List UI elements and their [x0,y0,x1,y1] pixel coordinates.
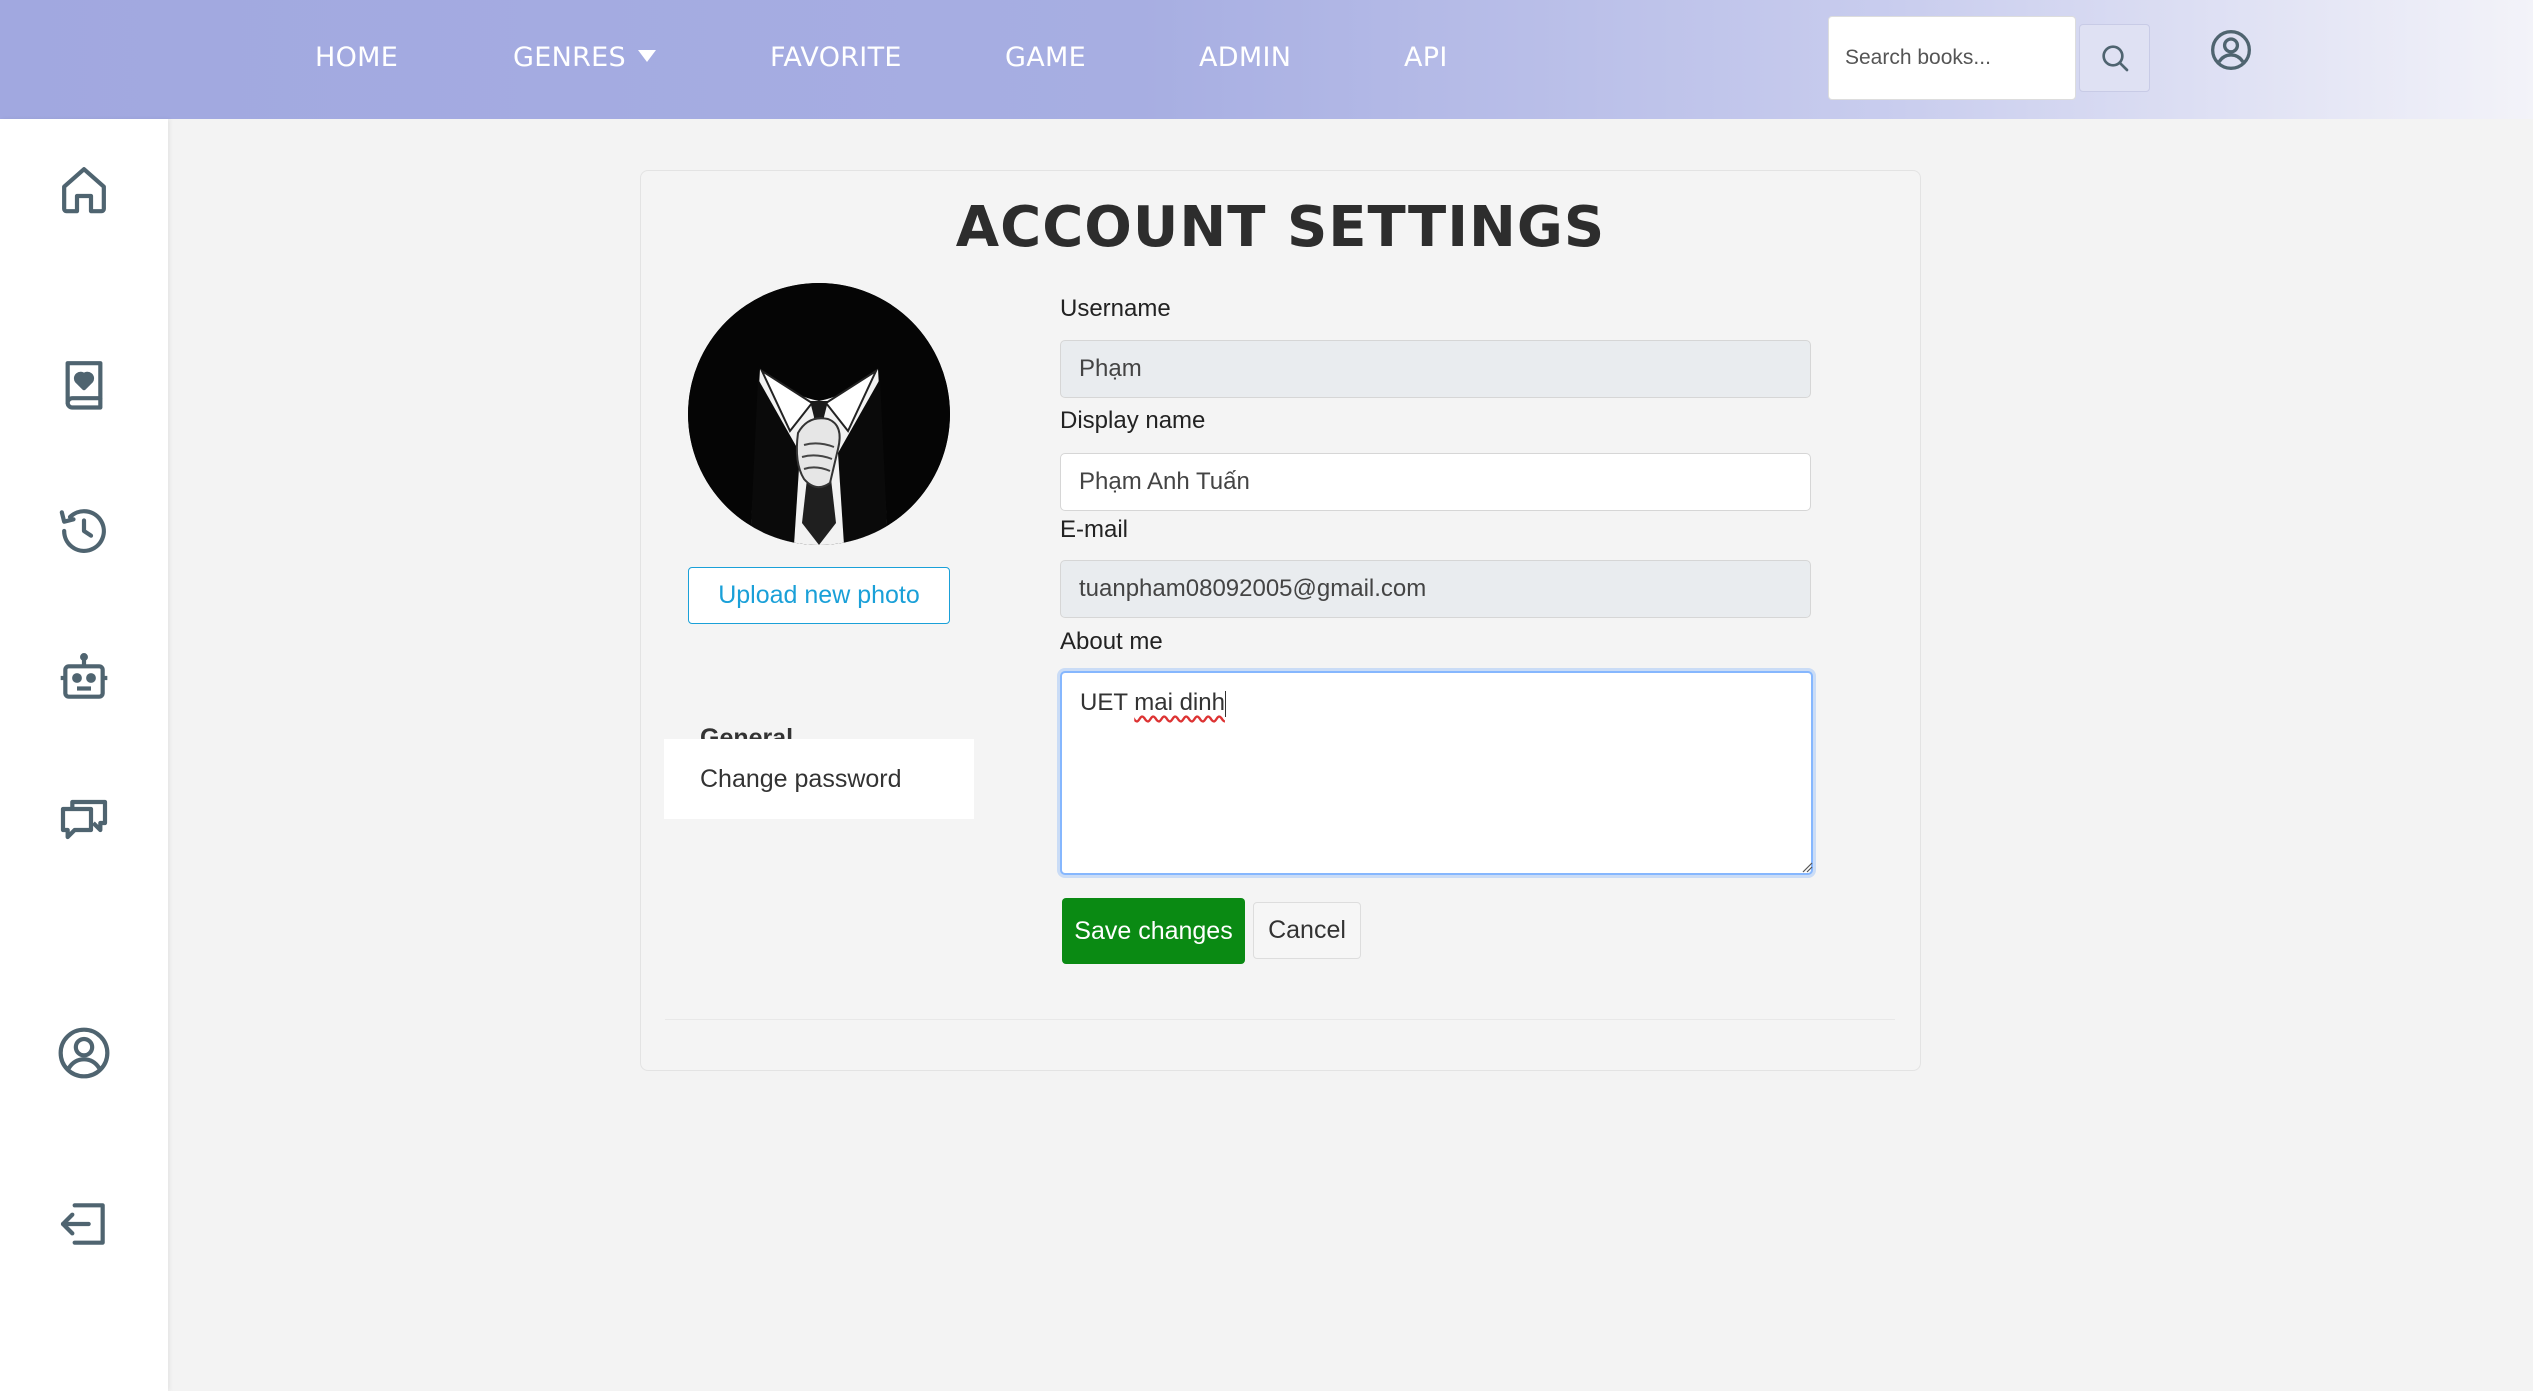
sidebar-history-icon[interactable] [56,503,112,559]
top-navbar: HOME GENRES FAVORITE GAME ADMIN API [0,0,2533,119]
nav-home[interactable]: HOME [315,40,398,76]
account-settings-card: ACCOUNT SETTINGS Upload new photo Genera… [640,170,1921,1071]
nav-admin[interactable]: ADMIN [1199,40,1291,76]
sidebar-home-icon[interactable] [56,161,112,217]
page-title: ACCOUNT SETTINGS [955,195,1606,260]
search-button[interactable] [2079,24,2150,92]
save-changes-button[interactable]: Save changes [1062,898,1245,964]
search-input[interactable] [1828,16,2076,100]
display-name-label: Display name [1060,407,1206,434]
card-divider [665,1019,1895,1020]
display-name-field[interactable]: Phạm Anh Tuấn [1060,453,1811,511]
nav-favorite[interactable]: FAVORITE [770,40,902,76]
nav-game[interactable]: GAME [1005,40,1086,76]
cancel-button[interactable]: Cancel [1253,902,1361,959]
about-me-text-misspelled: mai dinh [1134,689,1225,716]
menu-change-password[interactable]: Change password [664,739,974,819]
sidebar-profile-icon[interactable] [56,1025,112,1081]
about-me-text-prefix: UET [1080,689,1135,716]
upload-photo-button[interactable]: Upload new photo [688,567,950,624]
username-label: Username [1060,295,1171,322]
email-field: tuanpham08092005@gmail.com [1060,560,1811,618]
caret-down-icon [637,49,656,62]
search-icon [2101,45,2128,72]
email-label: E-mail [1060,516,1129,543]
sidebar-robot-icon[interactable] [56,650,112,706]
nav-genres[interactable]: GENRES [513,40,656,76]
text-cursor [1224,690,1226,717]
header-user-icon[interactable] [2209,28,2253,72]
nav-api[interactable]: API [1404,40,1448,76]
sidebar-logout-icon[interactable] [56,1196,112,1252]
sidebar [0,119,168,1391]
sidebar-chat-icon[interactable] [56,795,112,851]
profile-avatar [688,283,950,545]
nav-genres-label: GENRES [513,42,626,73]
username-field: Phạm [1060,340,1811,398]
about-me-textarea[interactable]: UET mai dinh [1060,671,1813,875]
resize-handle-icon[interactable] [1801,861,1813,873]
about-me-label: About me [1060,628,1163,655]
sidebar-favorite-book-icon[interactable] [56,355,112,411]
